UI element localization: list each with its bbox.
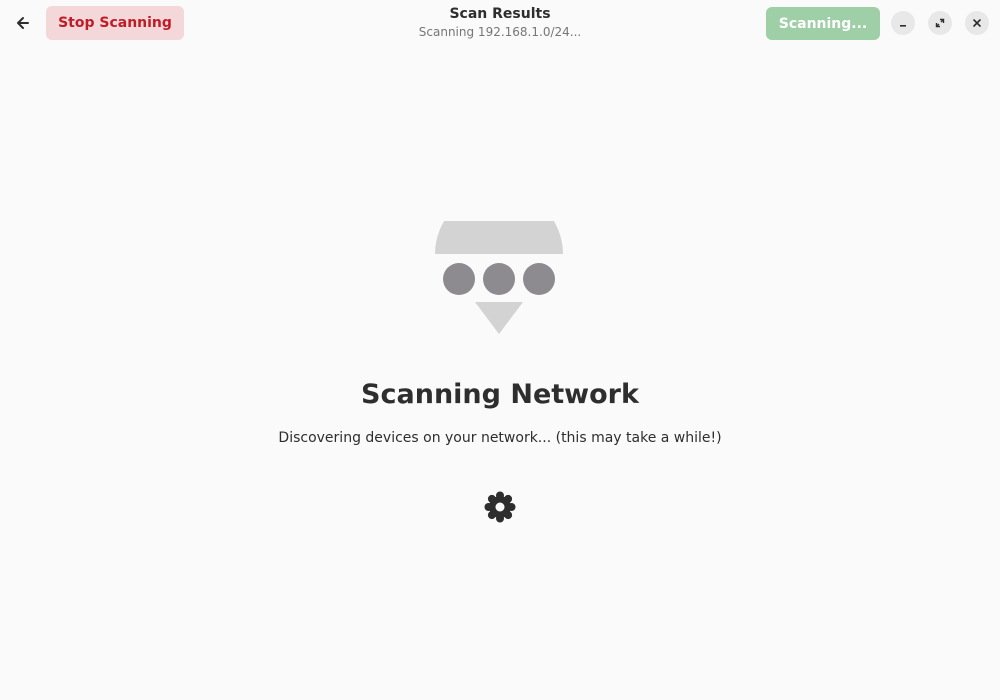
close-icon bbox=[973, 19, 981, 27]
stop-scanning-button[interactable]: Stop Scanning bbox=[46, 6, 184, 40]
status-page: Scanning Network Discovering devices on … bbox=[0, 46, 1000, 700]
maximize-icon bbox=[935, 18, 945, 28]
minimize-icon bbox=[900, 25, 906, 27]
minimize-button[interactable] bbox=[891, 11, 915, 35]
window-subtitle: Scanning 192.168.1.0/24... bbox=[418, 25, 582, 39]
scan-button: Scanning... bbox=[766, 7, 880, 40]
close-button[interactable] bbox=[965, 11, 989, 35]
arrow-left-icon bbox=[17, 17, 29, 29]
network-wireless-scanning-icon bbox=[435, 221, 563, 334]
status-description: Discovering devices on your network... (… bbox=[278, 430, 722, 446]
spinner-icon bbox=[484, 491, 516, 523]
title-block: Scan Results Scanning 192.168.1.0/24... bbox=[300, 5, 700, 40]
app-window: Stop Scanning Scan Results Scanning 192.… bbox=[0, 0, 1000, 700]
header-bar: Stop Scanning Scan Results Scanning 192.… bbox=[0, 0, 1000, 46]
maximize-button[interactable] bbox=[928, 11, 952, 35]
back-button[interactable] bbox=[8, 8, 38, 38]
window-title: Scan Results bbox=[449, 6, 551, 22]
status-title: Scanning Network bbox=[361, 379, 639, 410]
